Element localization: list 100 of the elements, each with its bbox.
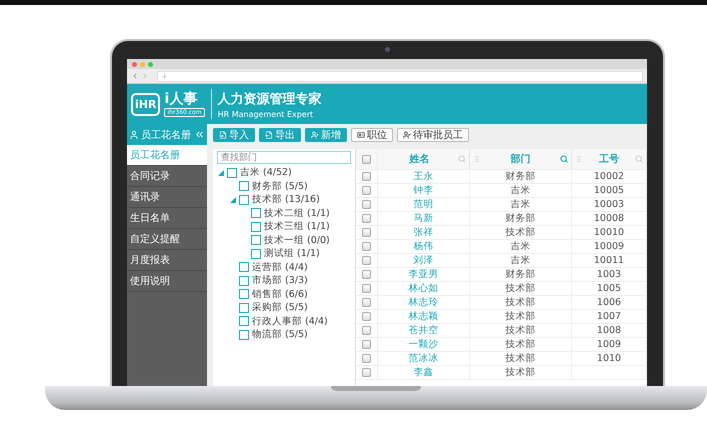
toolbar-button[interactable]: 导出 xyxy=(259,128,301,142)
table-cell: 财务部 xyxy=(506,212,536,225)
tree-checkbox[interactable] xyxy=(251,222,261,232)
row-checkbox[interactable] xyxy=(362,298,371,307)
address-field[interactable] xyxy=(157,70,643,82)
search-icon[interactable] xyxy=(635,155,643,163)
drag-handle-icon[interactable] xyxy=(575,155,583,163)
table-cell: 1003 xyxy=(596,269,622,280)
tree-label[interactable]: 市场部 (3/3) xyxy=(252,274,308,288)
tree-checkbox[interactable] xyxy=(227,168,237,178)
tree-label[interactable]: 物流部 (5/5) xyxy=(252,328,308,342)
name-link[interactable]: 苍井空 xyxy=(408,324,438,337)
row-checkbox[interactable] xyxy=(362,172,371,181)
toolbar-button[interactable]: 职位 xyxy=(351,128,393,142)
table-cell: 技术部 xyxy=(506,338,536,351)
row-checkbox[interactable] xyxy=(362,270,371,279)
minimize-dot-icon[interactable] xyxy=(140,62,145,66)
tree-checkbox[interactable] xyxy=(239,316,249,326)
forward-icon[interactable] xyxy=(141,72,149,80)
collapse-icon[interactable] xyxy=(194,129,205,140)
name-link[interactable]: 范明 xyxy=(414,198,434,211)
tree-checkbox[interactable] xyxy=(251,235,261,246)
search-icon[interactable] xyxy=(560,155,568,163)
row-checkbox[interactable] xyxy=(362,186,371,195)
tree-label[interactable]: 运营部 (4/4) xyxy=(252,260,308,274)
tree-label[interactable]: 行政人事部 (4/4) xyxy=(252,314,328,328)
tree-label[interactable]: 销售部 (6/6) xyxy=(252,288,308,301)
table-cell: 技术部 xyxy=(506,310,536,323)
column-header[interactable]: 姓名 xyxy=(410,152,430,166)
sidebar-item[interactable]: 员工花名册 xyxy=(127,145,207,166)
table-cell: 技术部 xyxy=(506,226,536,239)
expand-triangle-icon[interactable] xyxy=(218,170,224,176)
name-link[interactable]: 李鑫 xyxy=(414,366,434,379)
name-link[interactable]: 张祥 xyxy=(414,226,434,239)
row-checkbox[interactable] xyxy=(362,200,371,209)
user-icon xyxy=(129,130,139,140)
tree-checkbox[interactable] xyxy=(239,276,249,286)
name-link[interactable]: 钟李 xyxy=(414,184,434,197)
search-icon[interactable] xyxy=(458,155,466,163)
tree-label[interactable]: 财务部 (5/5) xyxy=(252,180,308,193)
row-checkbox[interactable] xyxy=(362,256,371,265)
table-cell: 10003 xyxy=(594,199,624,210)
drag-handle-icon[interactable] xyxy=(473,155,481,163)
sidebar-title: 员工花名册 xyxy=(141,128,192,142)
tree-label[interactable]: 技术三组 (1/1) xyxy=(264,220,330,234)
column-header[interactable]: 部门 xyxy=(510,152,530,166)
header-checkbox[interactable] xyxy=(362,154,371,164)
tree-checkbox[interactable] xyxy=(239,181,249,192)
name-link[interactable]: 林志颖 xyxy=(408,310,438,323)
tree-checkbox[interactable] xyxy=(239,289,249,300)
tree-checkbox[interactable] xyxy=(239,194,249,205)
tree-label[interactable]: 吉米 (4/52) xyxy=(240,166,292,180)
toolbar-button[interactable]: 新增 xyxy=(305,128,347,142)
tree-checkbox[interactable] xyxy=(239,302,249,313)
tree-label[interactable]: 技术部 (13/16) xyxy=(252,193,320,206)
expand-triangle-icon[interactable] xyxy=(230,196,236,203)
logo-mark: iHR xyxy=(131,92,160,116)
row-checkbox[interactable] xyxy=(362,326,371,335)
column-header[interactable]: 工号 xyxy=(599,152,619,166)
row-checkbox[interactable] xyxy=(362,242,371,251)
toolbar-button[interactable]: 待审批员工 xyxy=(397,128,469,142)
file-out-icon xyxy=(265,130,273,138)
plus-icon[interactable] xyxy=(161,72,168,80)
name-link[interactable]: 王永 xyxy=(414,170,434,183)
tree-label[interactable]: 技术二组 (1/1) xyxy=(264,206,330,220)
tree-label[interactable]: 测试组 (1/1) xyxy=(264,247,320,260)
toolbar-button[interactable]: 导入 xyxy=(213,128,255,142)
name-link[interactable]: 林心如 xyxy=(408,282,438,295)
table-cell: 10011 xyxy=(594,255,624,266)
tree-checkbox[interactable] xyxy=(239,330,249,340)
close-dot-icon[interactable] xyxy=(132,62,137,66)
table-cell: 1005 xyxy=(596,283,622,294)
tree-label[interactable]: 采购部 (5/5) xyxy=(252,301,308,314)
tree-checkbox[interactable] xyxy=(239,262,249,272)
table-cell: 1009 xyxy=(596,339,622,350)
row-checkbox[interactable] xyxy=(362,340,371,349)
search-field[interactable]: 查找部门 xyxy=(217,151,351,164)
row-checkbox[interactable] xyxy=(362,312,371,321)
app-title: 人力资源管理专家 xyxy=(218,90,322,108)
name-link[interactable]: 范冰冰 xyxy=(408,352,438,365)
name-link[interactable]: 李亚男 xyxy=(408,268,438,281)
user-plus-icon xyxy=(311,130,319,138)
name-link[interactable]: 马新 xyxy=(414,212,434,225)
table-cell: 10005 xyxy=(594,185,624,196)
name-link[interactable]: 刘泽 xyxy=(414,254,434,267)
tree-label[interactable]: 技术一组 (0/0) xyxy=(264,234,330,247)
tree-checkbox[interactable] xyxy=(251,208,261,218)
name-link[interactable]: 林志玲 xyxy=(408,296,438,309)
maximize-dot-icon[interactable] xyxy=(148,62,153,66)
table-cell: 吉米 xyxy=(510,198,530,211)
row-checkbox[interactable] xyxy=(362,214,371,223)
back-icon[interactable] xyxy=(131,72,139,80)
name-link[interactable]: 一颗沙 xyxy=(408,338,438,351)
row-checkbox[interactable] xyxy=(362,284,371,293)
row-checkbox[interactable] xyxy=(362,368,371,377)
row-checkbox[interactable] xyxy=(362,228,371,237)
name-link[interactable]: 杨伟 xyxy=(414,240,434,253)
row-checkbox[interactable] xyxy=(362,354,371,363)
id-card-icon xyxy=(357,130,365,138)
tree-checkbox[interactable] xyxy=(251,248,261,259)
